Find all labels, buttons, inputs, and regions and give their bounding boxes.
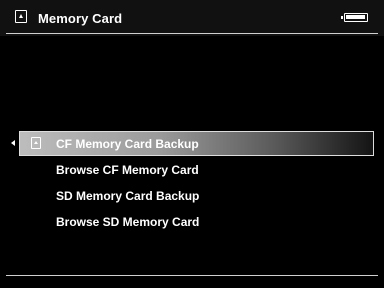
footer-divider [6,275,378,276]
menu-item-label: Browse CF Memory Card [56,163,199,177]
menu-item-label: Browse SD Memory Card [56,215,200,229]
menu-item-label: CF Memory Card Backup [56,137,199,151]
memory-card-icon [15,10,27,23]
title-bar: Memory Card [0,0,384,36]
memory-card-icon [31,137,41,149]
menu-item-cf-backup[interactable]: CF Memory Card Backup [0,131,384,157]
menu-item-sd-backup[interactable]: SD Memory Card Backup [0,183,384,209]
menu-item-browse-sd[interactable]: Browse SD Memory Card [0,209,384,235]
header-divider [6,33,378,34]
selection-arrow-icon [11,140,15,146]
battery-icon [341,13,368,22]
menu-item-browse-cf[interactable]: Browse CF Memory Card [0,157,384,183]
page-title: Memory Card [38,11,123,26]
menu-item-label: SD Memory Card Backup [56,189,200,203]
